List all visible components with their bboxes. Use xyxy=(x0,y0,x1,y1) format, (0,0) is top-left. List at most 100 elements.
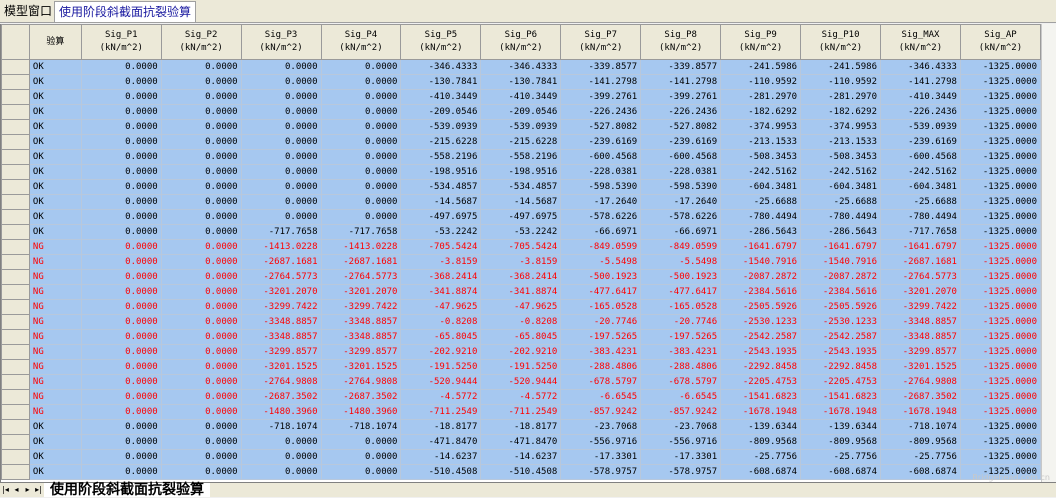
stress-cell[interactable]: -604.3481 xyxy=(720,179,802,195)
stress-cell[interactable]: -809.9568 xyxy=(720,434,802,450)
stress-cell[interactable]: -527.8082 xyxy=(560,119,642,135)
stress-cell[interactable]: 0.0000 xyxy=(80,179,162,195)
stress-cell[interactable]: -5.5498 xyxy=(640,254,722,270)
stress-cell[interactable]: -2292.8458 xyxy=(800,359,882,375)
column-header-6[interactable]: Sig_P6 (kN/m^2) xyxy=(480,24,562,60)
stress-cell[interactable]: -410.3449 xyxy=(880,89,961,105)
stress-cell[interactable]: 0.0000 xyxy=(240,59,322,75)
stress-cell[interactable]: -497.6975 xyxy=(480,209,562,225)
column-header-12[interactable]: Sig_AP (kN/m^2) xyxy=(959,24,1041,60)
stress-cell[interactable]: -2687.3502 xyxy=(240,389,322,405)
check-result-cell[interactable]: OK xyxy=(28,449,82,465)
stress-cell[interactable]: -20.7746 xyxy=(640,314,722,330)
stress-cell[interactable]: 0.0000 xyxy=(160,224,242,240)
check-result-cell[interactable]: NG xyxy=(28,359,82,375)
stress-cell[interactable]: -711.2549 xyxy=(400,404,482,420)
stress-cell[interactable]: -1325.0000 xyxy=(959,104,1041,120)
stress-cell[interactable]: 0.0000 xyxy=(320,149,402,165)
stress-cell[interactable]: -25.7756 xyxy=(880,449,961,465)
stress-cell[interactable]: -1641.6797 xyxy=(800,239,882,255)
stress-cell[interactable]: 0.0000 xyxy=(80,269,162,285)
stress-cell[interactable]: -604.3481 xyxy=(800,179,882,195)
stress-cell[interactable]: -1325.0000 xyxy=(959,404,1041,420)
check-result-cell[interactable]: OK xyxy=(28,134,82,150)
stress-cell[interactable]: -608.6874 xyxy=(800,464,882,480)
stress-cell[interactable]: 0.0000 xyxy=(240,119,322,135)
stress-cell[interactable]: -213.1533 xyxy=(800,134,882,150)
stress-cell[interactable]: -0.8208 xyxy=(480,314,562,330)
stress-cell[interactable]: -3.8159 xyxy=(400,254,482,270)
stress-cell[interactable]: -2542.2587 xyxy=(720,329,802,345)
stress-cell[interactable]: -527.8082 xyxy=(640,119,722,135)
table-row[interactable]: OK 0.0000 0.0000 0.0000 0.0000 -539.0939 -539.… xyxy=(1,119,1041,135)
stress-cell[interactable]: -539.0939 xyxy=(400,119,482,135)
column-header-0[interactable]: 验算 xyxy=(28,24,82,60)
stress-cell[interactable]: -17.2640 xyxy=(560,194,642,210)
stress-cell[interactable]: 0.0000 xyxy=(320,59,402,75)
stress-cell[interactable]: -130.7841 xyxy=(400,74,482,90)
stress-cell[interactable]: 0.0000 xyxy=(160,329,242,345)
stress-cell[interactable]: -3299.7422 xyxy=(880,299,961,315)
table-row[interactable]: OK 0.0000 0.0000 0.0000 0.0000 -534.4857 -534.… xyxy=(1,179,1041,195)
stress-cell[interactable]: -3299.7422 xyxy=(320,299,402,315)
stress-cell[interactable]: -281.2970 xyxy=(720,89,802,105)
check-result-cell[interactable]: OK xyxy=(28,434,82,450)
stress-cell[interactable]: -2543.1935 xyxy=(800,344,882,360)
row-header[interactable] xyxy=(1,59,30,75)
stress-cell[interactable]: -191.5250 xyxy=(400,359,482,375)
table-row[interactable]: OK 0.0000 0.0000 0.0000 0.0000 -410.3449 -410.… xyxy=(1,89,1041,105)
stress-cell[interactable]: -520.9444 xyxy=(400,374,482,390)
table-row[interactable]: NG 0.0000 0.0000 -2764.9808 -2764.9808 -520.9… xyxy=(1,374,1041,390)
row-header[interactable] xyxy=(1,239,30,255)
stress-cell[interactable]: -578.6226 xyxy=(640,209,722,225)
stress-cell[interactable]: 0.0000 xyxy=(80,344,162,360)
stress-cell[interactable]: 0.0000 xyxy=(160,269,242,285)
row-header[interactable] xyxy=(1,194,30,210)
stress-cell[interactable]: -3348.8857 xyxy=(880,314,961,330)
check-result-cell[interactable]: OK xyxy=(28,224,82,240)
stress-cell[interactable]: 0.0000 xyxy=(160,104,242,120)
column-header-1[interactable]: Sig_P1 (kN/m^2) xyxy=(80,24,162,60)
stress-cell[interactable]: -6.6545 xyxy=(560,389,642,405)
stress-cell[interactable]: -215.6228 xyxy=(480,134,562,150)
stress-cell[interactable]: -1325.0000 xyxy=(959,134,1041,150)
stress-cell[interactable]: -228.0381 xyxy=(560,164,642,180)
table-row[interactable]: NG 0.0000 0.0000 -3299.7422 -3299.7422 -47.96… xyxy=(1,299,1041,315)
stress-cell[interactable]: -286.5643 xyxy=(800,224,882,240)
stress-cell[interactable]: 0.0000 xyxy=(160,314,242,330)
stress-cell[interactable]: 0.0000 xyxy=(160,149,242,165)
stress-cell[interactable]: -1325.0000 xyxy=(959,254,1041,270)
column-header-8[interactable]: Sig_P8 (kN/m^2) xyxy=(640,24,722,60)
stress-cell[interactable]: -410.3449 xyxy=(400,89,482,105)
row-header[interactable] xyxy=(1,254,30,270)
stress-cell[interactable]: -2292.8458 xyxy=(720,359,802,375)
stress-cell[interactable]: 0.0000 xyxy=(80,119,162,135)
stress-cell[interactable]: -202.9210 xyxy=(400,344,482,360)
stress-cell[interactable]: -539.0939 xyxy=(480,119,562,135)
stress-cell[interactable]: -809.9568 xyxy=(800,434,882,450)
stress-cell[interactable]: -281.2970 xyxy=(800,89,882,105)
stress-cell[interactable]: -53.2242 xyxy=(400,224,482,240)
stress-cell[interactable]: 0.0000 xyxy=(80,374,162,390)
stress-cell[interactable]: -239.6169 xyxy=(560,134,642,150)
check-result-cell[interactable]: NG xyxy=(28,389,82,405)
stress-cell[interactable]: 0.0000 xyxy=(320,134,402,150)
stress-cell[interactable]: 0.0000 xyxy=(160,59,242,75)
stress-cell[interactable]: -3348.8857 xyxy=(320,329,402,345)
stress-cell[interactable]: -209.0546 xyxy=(480,104,562,120)
stress-cell[interactable]: -1325.0000 xyxy=(959,284,1041,300)
stress-cell[interactable]: -510.4508 xyxy=(480,464,562,480)
sheet-prev-icon[interactable]: ◂ xyxy=(11,483,22,496)
stress-cell[interactable]: -110.9592 xyxy=(720,74,802,90)
stress-cell[interactable]: -165.0528 xyxy=(560,299,642,315)
stress-cell[interactable]: 0.0000 xyxy=(80,59,162,75)
row-header[interactable] xyxy=(1,464,30,480)
table-row[interactable]: NG 0.0000 0.0000 -1480.3960 -1480.3960 -711.2… xyxy=(1,404,1041,420)
stress-cell[interactable]: -2687.1681 xyxy=(240,254,322,270)
stress-cell[interactable]: -1325.0000 xyxy=(959,209,1041,225)
stress-cell[interactable]: -3348.8857 xyxy=(320,314,402,330)
stress-cell[interactable]: -18.8177 xyxy=(480,419,562,435)
stress-cell[interactable]: 0.0000 xyxy=(80,434,162,450)
check-result-cell[interactable]: NG xyxy=(28,314,82,330)
stress-cell[interactable]: -2530.1233 xyxy=(800,314,882,330)
